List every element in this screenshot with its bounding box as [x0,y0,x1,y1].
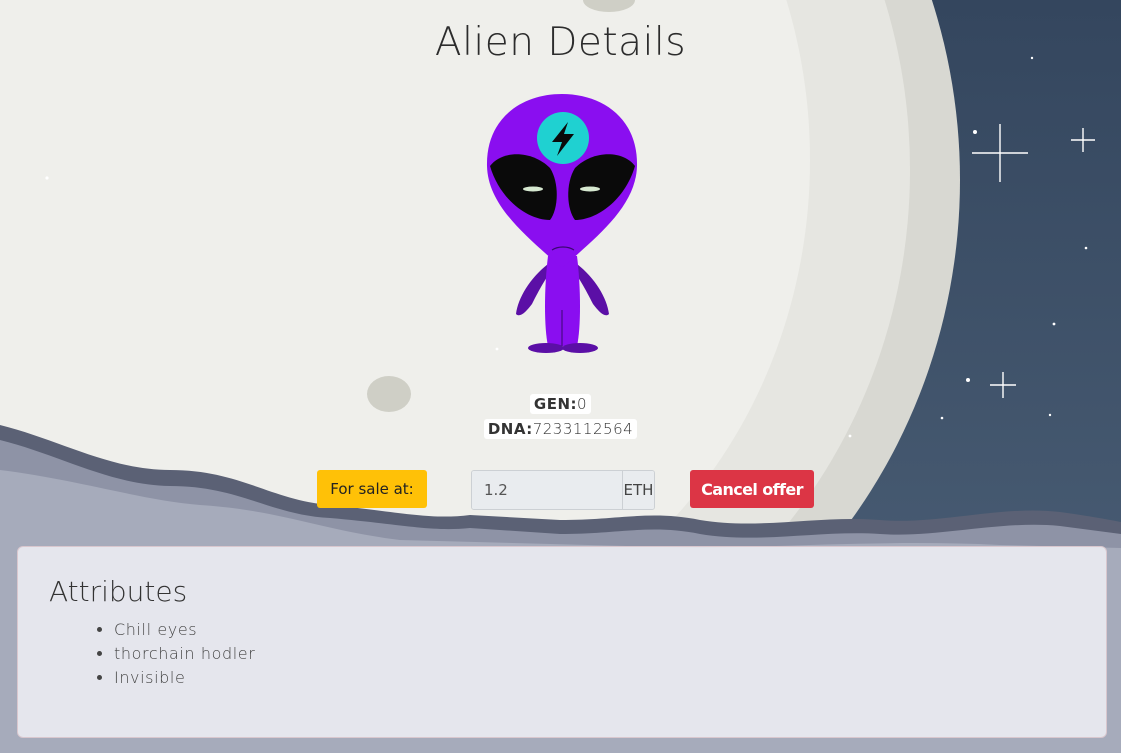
cancel-offer-button[interactable]: Cancel offer [690,470,814,508]
gen-label: GEN: [533,395,578,413]
attribute-item: Chill eyes [114,618,255,642]
price-unit: ETH [622,471,654,509]
dna-badge: DNA:7233112564 [483,419,638,439]
attributes-list: Chill eyes thorchain hodler Invisible [96,618,255,690]
attributes-title: Attributes [49,575,188,608]
dna-row: DNA:7233112564 [0,419,1121,439]
attribute-item: Invisible [114,666,255,690]
page-title: Alien Details [434,20,687,65]
for-sale-label: For sale at: [317,470,427,508]
gen-row: GEN:0 [0,394,1121,414]
alien-avatar [486,94,638,353]
attributes-panel: Attributes Chill eyes thorchain hodler I… [17,546,1107,738]
dna-value: 7233112564 [532,420,634,438]
gen-badge: GEN:0 [529,394,592,414]
price-input-group: ETH [471,470,655,510]
gen-value: 0 [577,395,588,413]
dna-label: DNA: [487,420,533,438]
price-input[interactable] [472,471,622,509]
attribute-item: thorchain hodler [114,642,255,666]
